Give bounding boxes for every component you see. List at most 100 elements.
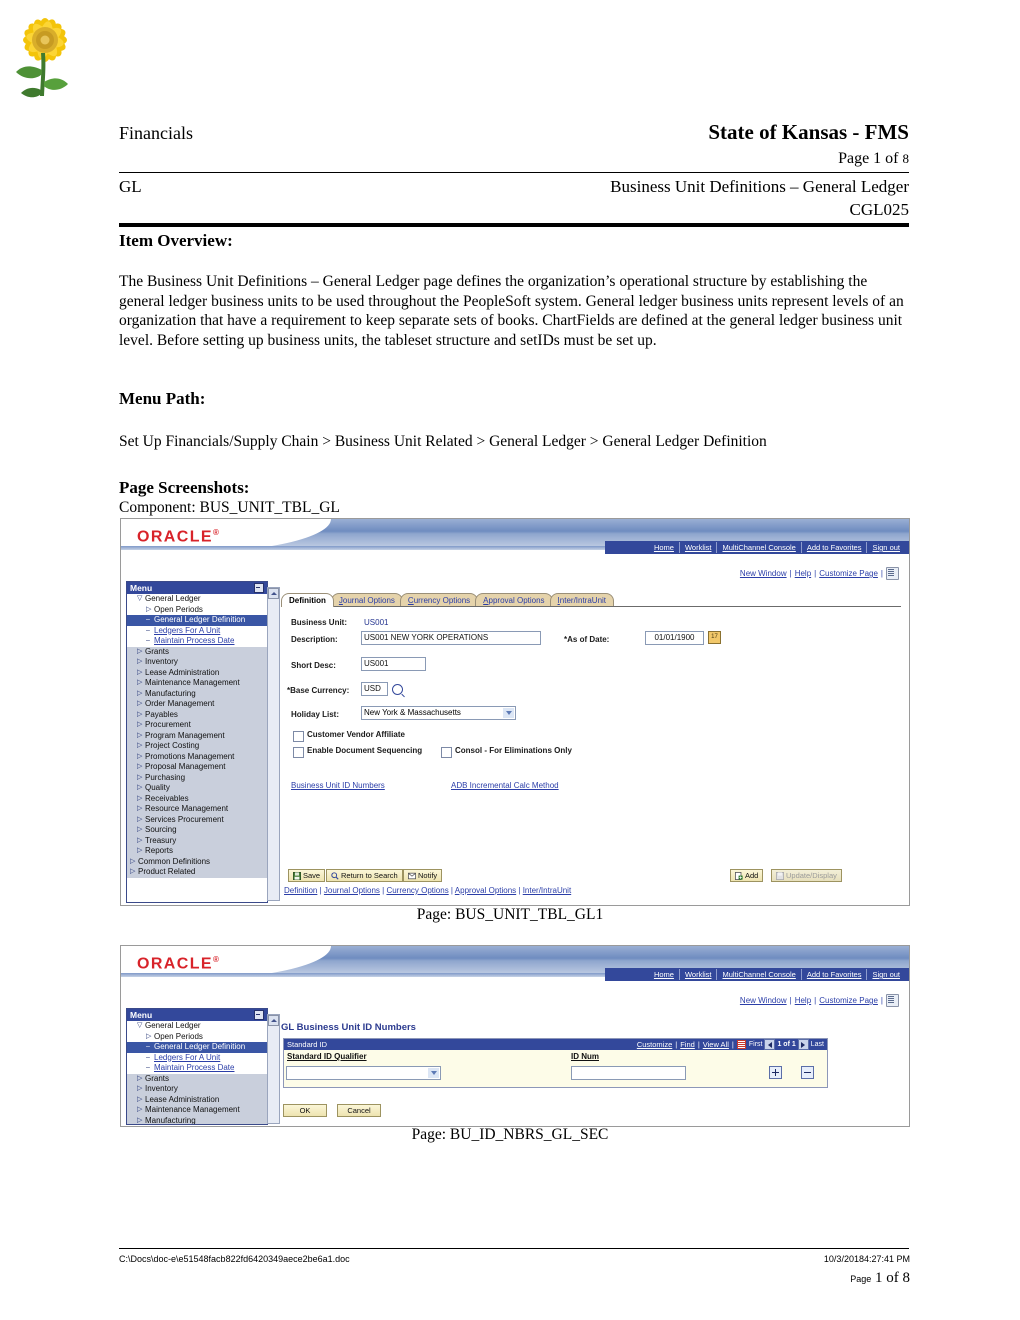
nav-link-sign-out[interactable]: Sign out: [866, 969, 905, 980]
http-page-icon[interactable]: [886, 567, 899, 580]
cancel-button[interactable]: Cancel: [337, 1104, 381, 1117]
twisty-icon[interactable]: ▷: [137, 846, 145, 857]
twisty-icon[interactable]: ▷: [130, 867, 138, 878]
grid-nav-first[interactable]: First: [749, 1041, 763, 1048]
sidebar-item-grants[interactable]: ▷ Grants: [127, 1073, 267, 1085]
sidebar-item-services-procurement[interactable]: ▷ Services Procurement: [127, 814, 267, 826]
sidebar-item-manufacturing[interactable]: ▷ Manufacturing: [127, 688, 267, 700]
footer-link-currency-options[interactable]: Currency Options: [386, 886, 448, 895]
twisty-icon[interactable]: –: [146, 1053, 154, 1064]
twisty-icon[interactable]: ▷: [137, 783, 145, 794]
twisty-icon[interactable]: ▷: [137, 678, 145, 689]
add-row-button[interactable]: [769, 1066, 782, 1079]
twisty-icon[interactable]: ▷: [137, 689, 145, 700]
twisty-icon[interactable]: ▷: [137, 720, 145, 731]
customer-vendor-affiliate-checkbox[interactable]: [293, 731, 304, 742]
calendar-icon[interactable]: 17: [708, 631, 721, 644]
tool-link-customize-page[interactable]: Customize Page: [819, 569, 878, 578]
twisty-icon[interactable]: ▷: [137, 773, 145, 784]
sidebar-item-maintain-process-date[interactable]: – Maintain Process Date: [127, 636, 267, 647]
sidebar-item-purchasing[interactable]: ▷ Purchasing: [127, 772, 267, 784]
grid-pager[interactable]: First 1 of 1 Last: [749, 1039, 824, 1050]
sidebar-item-product-related[interactable]: ▷ Product Related: [127, 867, 267, 878]
holiday-list-select[interactable]: New York & Massachusetts: [361, 706, 516, 720]
twisty-icon[interactable]: –: [146, 615, 154, 626]
twisty-icon[interactable]: ▷: [137, 815, 145, 826]
footer-link-inter-intraunit[interactable]: Inter/IntraUnit: [523, 886, 571, 895]
notify-button[interactable]: Notify: [403, 869, 443, 882]
twisty-icon[interactable]: ▷: [137, 794, 145, 805]
nav-link-home[interactable]: Home: [649, 969, 679, 980]
sidebar-item-general-ledger[interactable]: ▽ General Ledger: [127, 1021, 267, 1032]
sidebar-item-inventory[interactable]: ▷ Inventory: [127, 657, 267, 668]
tab-definition[interactable]: Definition: [281, 593, 334, 607]
sidebar-item-common-definitions[interactable]: ▷ Common Definitions: [127, 856, 267, 868]
twisty-icon[interactable]: ▷: [137, 741, 145, 752]
as-of-date-input[interactable]: 01/01/1900: [645, 631, 704, 645]
twisty-icon[interactable]: –: [146, 1063, 154, 1074]
twisty-icon[interactable]: ▷: [137, 1084, 145, 1095]
sidebar-item-open-periods[interactable]: ▷ Open Periods: [127, 605, 267, 616]
sidebar-link[interactable]: Ledgers For A Unit: [154, 626, 220, 635]
tool-link-help[interactable]: Help: [795, 569, 811, 578]
sidebar-item-maintenance-management[interactable]: ▷ Maintenance Management: [127, 1105, 267, 1116]
sidebar-item-program-management[interactable]: ▷ Program Management: [127, 730, 267, 741]
tool-link-new-window[interactable]: New Window: [740, 996, 787, 1005]
sidebar-link[interactable]: Ledgers For A Unit: [154, 1053, 220, 1062]
twisty-icon[interactable]: –: [146, 626, 154, 637]
adb-incremental-calc-method-link[interactable]: ADB Incremental Calc Method: [451, 781, 559, 790]
twisty-icon[interactable]: ▷: [130, 857, 138, 868]
tab-approval-options[interactable]: Approval Options: [475, 593, 553, 607]
short-desc-input[interactable]: US001: [361, 657, 426, 671]
sidebar-item-payables[interactable]: ▷ Payables: [127, 709, 267, 720]
tool-link-new-window[interactable]: New Window: [740, 569, 787, 578]
sidebar-item-general-ledger-definition[interactable]: – General Ledger Definition: [127, 615, 267, 626]
ps-menu-scrollbar[interactable]: [267, 587, 280, 901]
grid-view-all-link[interactable]: View All: [703, 1040, 729, 1049]
standard-id-qualifier-select[interactable]: [286, 1066, 441, 1080]
sidebar-item-reports[interactable]: ▷ Reports: [127, 846, 267, 857]
enable-document-sequencing-checkbox[interactable]: [293, 747, 304, 758]
twisty-icon[interactable]: ▷: [146, 605, 154, 616]
footer-link-approval-options[interactable]: Approval Options: [455, 886, 516, 895]
twisty-icon[interactable]: ▷: [137, 804, 145, 815]
twisty-icon[interactable]: ▷: [137, 1095, 145, 1106]
sidebar-item-inventory[interactable]: ▷ Inventory: [127, 1084, 267, 1095]
ps-menu-panel-2[interactable]: Menu ▽ General Ledger ▷ Open Periods – Genera…: [126, 1008, 268, 1125]
sidebar-item-promotions-management[interactable]: ▷ Promotions Management: [127, 751, 267, 763]
menu-item-list[interactable]: ▽ General Ledger ▷ Open Periods – General Led…: [127, 594, 267, 878]
sidebar-item-ledgers-for-a-unit[interactable]: – Ledgers For A Unit: [127, 626, 267, 637]
twisty-icon[interactable]: ▽: [137, 1021, 145, 1032]
sidebar-link[interactable]: Maintain Process Date: [154, 636, 234, 645]
sidebar-item-open-periods[interactable]: ▷ Open Periods: [127, 1032, 267, 1043]
consol-eliminations-checkbox[interactable]: [441, 747, 452, 758]
twisty-icon[interactable]: ▷: [137, 1074, 145, 1085]
twisty-icon[interactable]: ▷: [137, 762, 145, 773]
sidebar-item-order-management[interactable]: ▷ Order Management: [127, 699, 267, 710]
ps-tool-links[interactable]: New Window | Help | Customize Page |: [740, 567, 899, 580]
twisty-icon[interactable]: ▷: [146, 1032, 154, 1043]
ps-top-nav-2[interactable]: Home Worklist MultiChannel Console Add to F…: [605, 968, 909, 981]
return-to-search-button[interactable]: Return to Search: [326, 869, 403, 882]
twisty-icon[interactable]: ▷: [137, 825, 145, 836]
sidebar-item-general-ledger[interactable]: ▽ General Ledger: [127, 594, 267, 605]
base-currency-input[interactable]: USD: [361, 682, 388, 696]
sidebar-item-receivables[interactable]: ▷ Receivables: [127, 793, 267, 805]
sidebar-item-sourcing[interactable]: ▷ Sourcing: [127, 825, 267, 836]
save-button[interactable]: Save: [288, 869, 326, 882]
twisty-icon[interactable]: ▷: [137, 699, 145, 710]
ok-button[interactable]: OK: [283, 1104, 327, 1117]
sidebar-link[interactable]: Maintain Process Date: [154, 1063, 234, 1072]
twisty-icon[interactable]: ▷: [137, 657, 145, 668]
sidebar-item-lease-administration[interactable]: ▷ Lease Administration: [127, 667, 267, 679]
tab-currency-options[interactable]: Currency Options: [399, 593, 479, 607]
remove-row-button[interactable]: [801, 1066, 814, 1079]
sidebar-item-maintenance-management[interactable]: ▷ Maintenance Management: [127, 678, 267, 689]
add-button[interactable]: Add: [730, 869, 764, 882]
twisty-icon[interactable]: ▷: [137, 752, 145, 763]
menu-collapse-icon[interactable]: [254, 583, 264, 593]
twisty-icon[interactable]: ▷: [137, 668, 145, 679]
http-page-icon[interactable]: [886, 994, 899, 1007]
ps-top-nav[interactable]: Home Worklist MultiChannel Console Add to F…: [605, 541, 909, 554]
chevron-down-icon[interactable]: [503, 708, 514, 718]
